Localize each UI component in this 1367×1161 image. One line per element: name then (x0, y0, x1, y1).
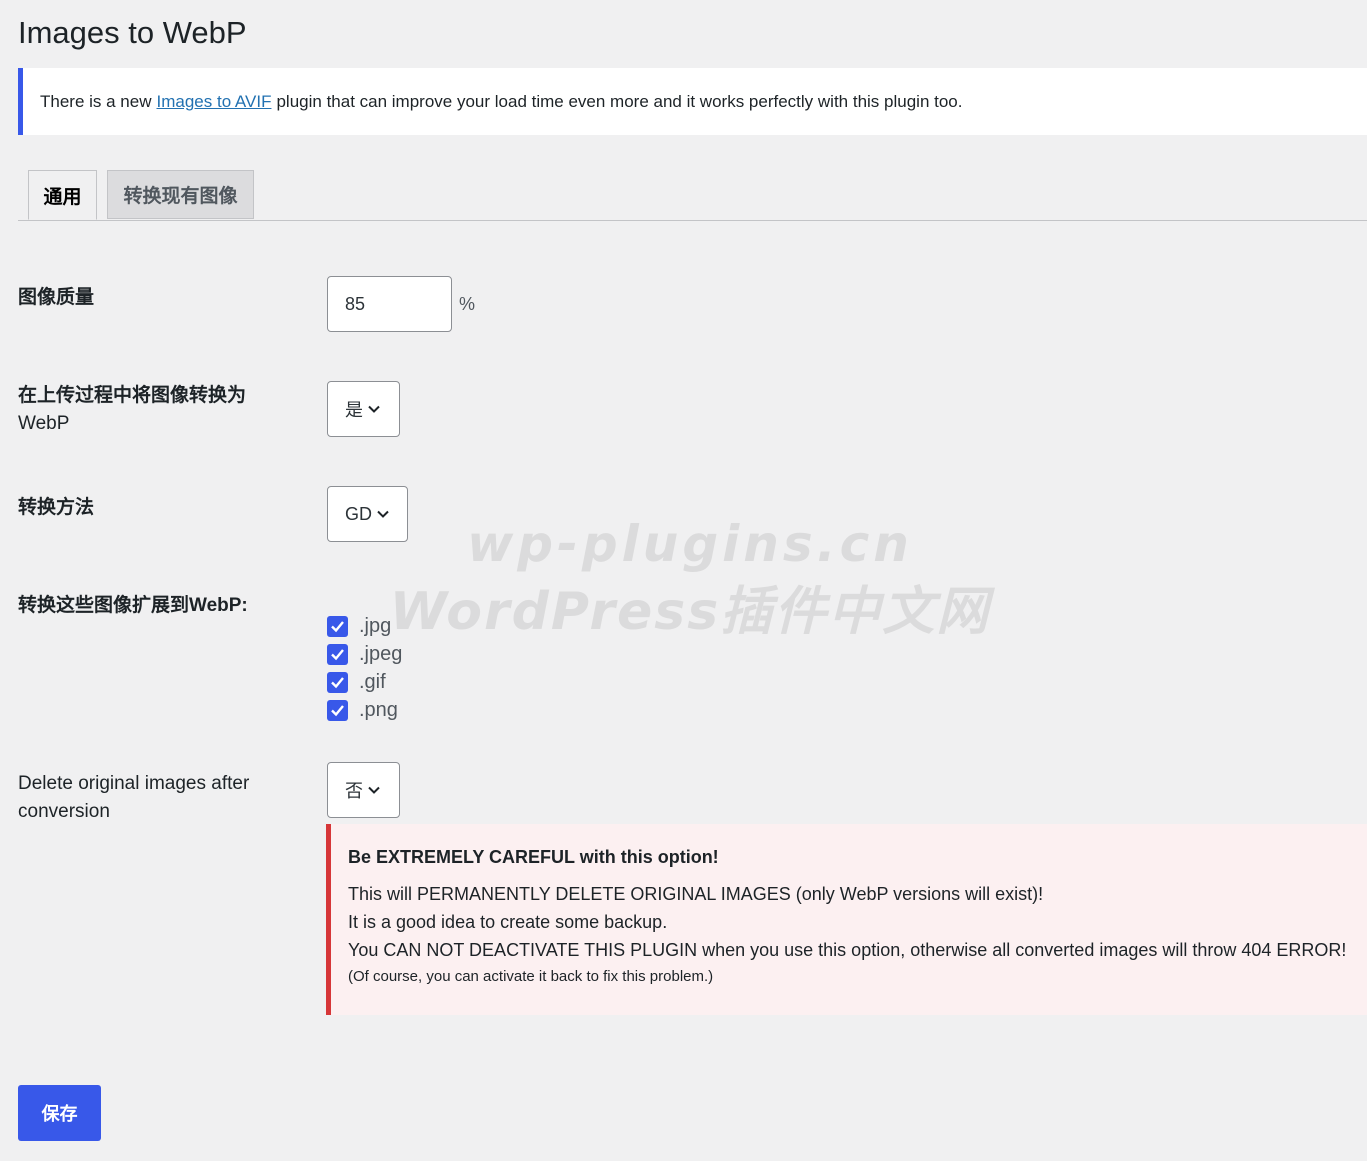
delete-originals-select[interactable]: 否 (327, 762, 400, 818)
convert-on-upload-label-line2: WebP (18, 413, 70, 434)
warning-line-2: It is a good idea to create some backup. (348, 912, 668, 932)
method-select[interactable]: GD (327, 486, 408, 542)
extension-png-label: .png (359, 698, 398, 721)
quality-label: 图像质量 (18, 287, 95, 308)
extension-jpg-option: .jpg (327, 612, 402, 640)
extension-jpg-checkbox[interactable] (327, 615, 348, 637)
tab-convert-existing-images[interactable]: 转换现有图像 (107, 170, 254, 219)
warning-line-1: This will PERMANENTLY DELETE ORIGINAL IM… (348, 884, 1044, 904)
convert-on-upload-label-line1: 在上传过程中将图像转换为 (18, 385, 247, 406)
images-to-avif-link[interactable]: Images to AVIF (157, 92, 272, 112)
watermark-line-2: WordPress插件中文网 (389, 582, 991, 642)
page-title: Images to WebP (18, 15, 247, 50)
method-value: GD (345, 503, 372, 524)
extension-gif-label: .gif (359, 670, 386, 693)
delete-originals-label: Delete original images after conversion (18, 770, 249, 826)
extension-jpeg-label: .jpeg (359, 642, 403, 665)
method-label: 转换方法 (18, 497, 95, 518)
notice-text-after: plugin that can improve your load time e… (276, 91, 963, 111)
checkmark-icon (331, 648, 344, 660)
convert-on-upload-value: 是 (345, 400, 363, 420)
convert-on-upload-label: 在上传过程中将图像转换为 WebP (18, 382, 246, 438)
delete-originals-value: 否 (345, 781, 363, 801)
save-button[interactable]: 保存 (18, 1085, 101, 1141)
extensions-label: 转换这些图像扩展到WebP: (18, 595, 248, 616)
delete-originals-label-line1: Delete original images after (18, 773, 250, 794)
convert-on-upload-select[interactable]: 是 (327, 381, 400, 437)
chevron-down-icon (368, 786, 380, 794)
extension-png-option: .png (327, 696, 402, 724)
quality-input[interactable] (327, 276, 452, 332)
warning-line-3: You CAN NOT DEACTIVATE THIS PLUGIN when … (348, 940, 1347, 960)
warning-note: (Of course, you can activate it back to … (348, 968, 714, 985)
chevron-down-icon (368, 405, 380, 413)
warning-title: Be EXTREMELY CAREFUL with this option! (348, 847, 719, 867)
extensions-checkbox-list: .jpg .jpeg .gif .png (327, 612, 402, 724)
notice-text-before: There is a new (40, 91, 152, 111)
extension-png-checkbox[interactable] (327, 699, 348, 721)
delete-originals-label-line2: conversion (18, 801, 110, 822)
watermark-line-1: wp-plugins.cn (467, 515, 913, 573)
extension-gif-checkbox[interactable] (327, 671, 348, 693)
checkmark-icon (331, 676, 344, 688)
watermark: wp-plugins.cn WordPress插件中文网 (340, 515, 1040, 644)
extension-jpeg-option: .jpeg (327, 640, 402, 668)
extension-gif-option: .gif (327, 668, 402, 696)
chevron-down-icon (377, 510, 389, 518)
checkmark-icon (331, 620, 344, 632)
checkmark-icon (331, 704, 344, 716)
extension-jpeg-checkbox[interactable] (327, 643, 348, 665)
quality-unit: % (459, 294, 476, 314)
info-notice: There is a new Images to AVIF plugin tha… (18, 68, 1367, 135)
settings-tabs: 通用 转换现有图像 (18, 170, 1367, 221)
tab-general[interactable]: 通用 (28, 170, 97, 220)
extension-jpg-label: .jpg (359, 614, 392, 637)
delete-warning-notice: Be EXTREMELY CAREFUL with this option! T… (326, 824, 1367, 1015)
